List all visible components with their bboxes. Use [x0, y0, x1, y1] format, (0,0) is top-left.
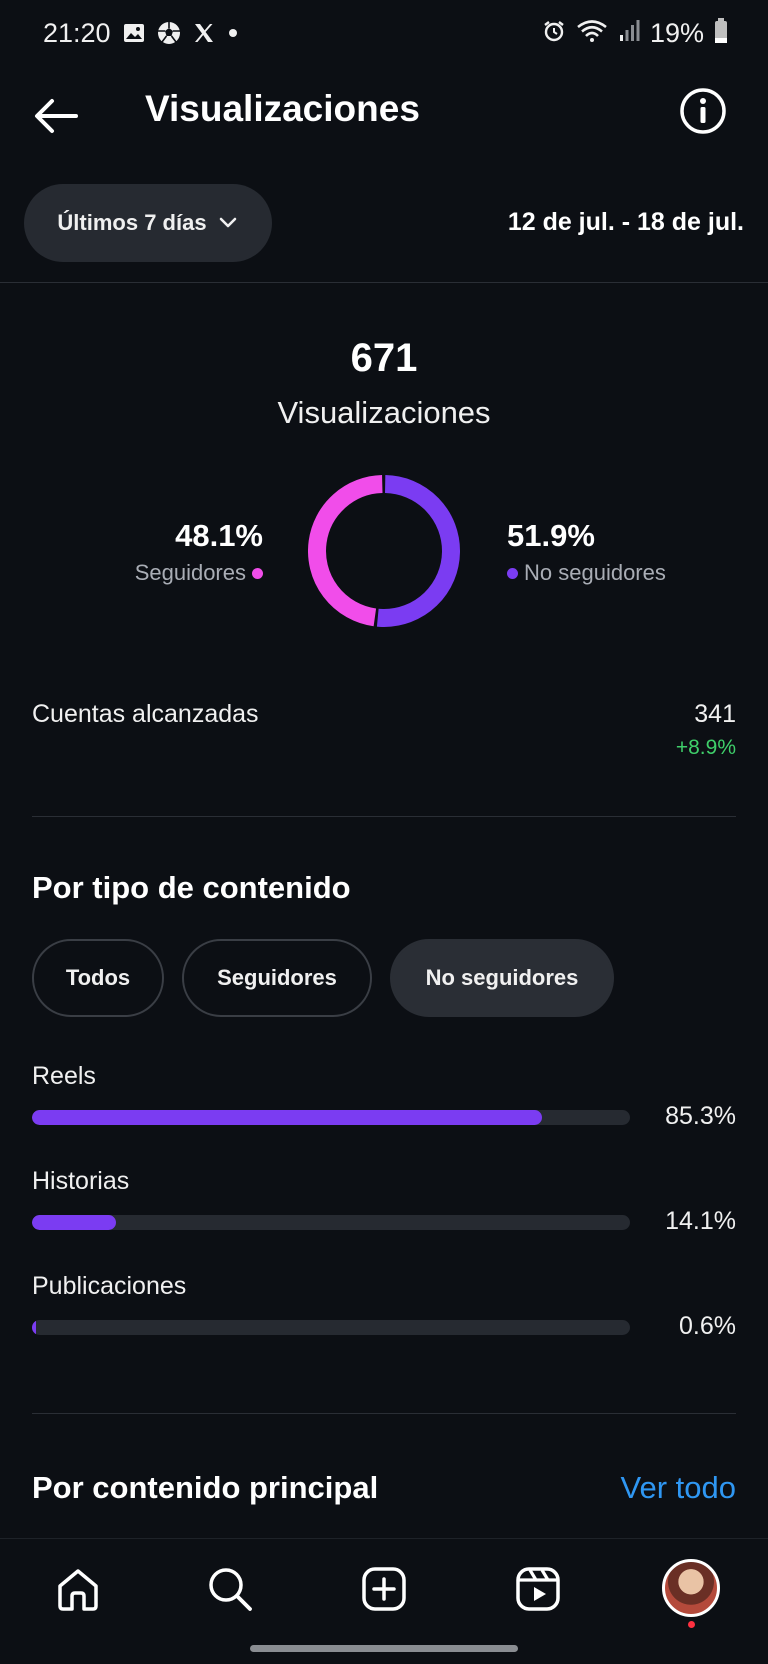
see-all-link[interactable]: Ver todo — [621, 1470, 736, 1506]
battery-icon — [714, 18, 728, 49]
filter-followers[interactable]: Seguidores — [182, 939, 372, 1017]
divider — [32, 1413, 736, 1414]
reached-accounts-label: Cuentas alcanzadas — [32, 700, 259, 728]
divider — [32, 816, 736, 817]
period-label: Últimos 7 días — [57, 210, 207, 235]
content-type-stories: Historias 14.1% — [32, 1167, 736, 1247]
top-content-title: Por contenido principal — [32, 1470, 379, 1505]
content-type-title: Por tipo de contenido — [32, 870, 351, 905]
page-title: Visualizaciones — [145, 88, 420, 129]
total-views-value: 671 — [350, 336, 418, 380]
chevron-down-icon — [219, 217, 236, 228]
home-indicator[interactable] — [250, 1645, 518, 1652]
period-dropdown[interactable]: Últimos 7 días — [24, 184, 272, 262]
gallery-icon — [122, 21, 146, 50]
progress-fill — [32, 1320, 36, 1335]
signal-icon — [618, 19, 640, 48]
content-type-posts: Publicaciones 0.6% — [32, 1272, 736, 1352]
content-type-label: Reels — [32, 1062, 96, 1090]
nav-create[interactable] — [356, 1561, 412, 1617]
progress-fill — [32, 1110, 543, 1125]
arrow-left-icon — [35, 99, 78, 133]
x-logo-icon — [192, 21, 216, 50]
date-range: 12 de jul. - 18 de jul. — [507, 208, 744, 236]
content-type-reels: Reels 85.3% — [32, 1062, 736, 1142]
progress-track — [32, 1320, 630, 1335]
home-icon — [58, 1569, 98, 1611]
status-time: 21:20 — [43, 18, 111, 48]
progress-track — [32, 1215, 630, 1230]
nav-search[interactable] — [202, 1561, 258, 1617]
info-icon — [680, 88, 726, 134]
progress-fill — [32, 1215, 117, 1230]
content-type-percent: 14.1% — [665, 1207, 736, 1235]
back-button[interactable] — [30, 90, 82, 142]
total-views-label: Visualizaciones — [277, 395, 491, 430]
nav-home[interactable] — [50, 1561, 106, 1617]
reels-icon — [516, 1567, 560, 1611]
profile-avatar[interactable] — [662, 1559, 720, 1617]
wifi-icon — [576, 19, 608, 48]
create-icon — [362, 1567, 406, 1611]
content-type-percent: 0.6% — [679, 1312, 736, 1340]
soccer-ball-icon — [156, 20, 182, 51]
followers-label: Seguidores — [134, 560, 246, 585]
filter-non-followers[interactable]: No seguidores — [390, 939, 614, 1017]
search-icon — [209, 1568, 252, 1611]
followers-percent: 48.1% — [175, 518, 263, 553]
info-button[interactable] — [678, 86, 728, 136]
divider — [0, 282, 768, 283]
non-followers-stat: 51.9% No seguidores — [507, 518, 666, 586]
content-type-label: Publicaciones — [32, 1272, 187, 1300]
content-type-percent: 85.3% — [665, 1102, 736, 1130]
reached-accounts-change: +8.9% — [675, 736, 736, 759]
views-donut-chart — [308, 475, 460, 627]
notification-dot — [688, 1621, 695, 1628]
followers-stat: 48.1% Seguidores — [135, 518, 263, 586]
non-followers-dot — [507, 567, 518, 579]
alarm-icon — [542, 19, 566, 48]
non-followers-label: No seguidores — [524, 560, 666, 585]
status-bar: 21:20 19% — [0, 0, 768, 70]
filter-all[interactable]: Todos — [32, 939, 164, 1017]
progress-track — [32, 1110, 630, 1125]
header: Visualizaciones — [0, 80, 768, 156]
notification-dot-icon — [226, 26, 240, 45]
audience-filters: Todos Seguidores No seguidores — [32, 939, 614, 1017]
period-row: Últimos 7 días 12 de jul. - 18 de jul. — [0, 184, 768, 264]
reached-accounts-value: 341 — [694, 700, 736, 728]
non-followers-percent: 51.9% — [507, 518, 595, 553]
nav-reels[interactable] — [510, 1561, 566, 1617]
content-type-label: Historias — [32, 1167, 130, 1195]
followers-dot — [252, 567, 263, 579]
battery-percent: 19% — [649, 18, 704, 48]
